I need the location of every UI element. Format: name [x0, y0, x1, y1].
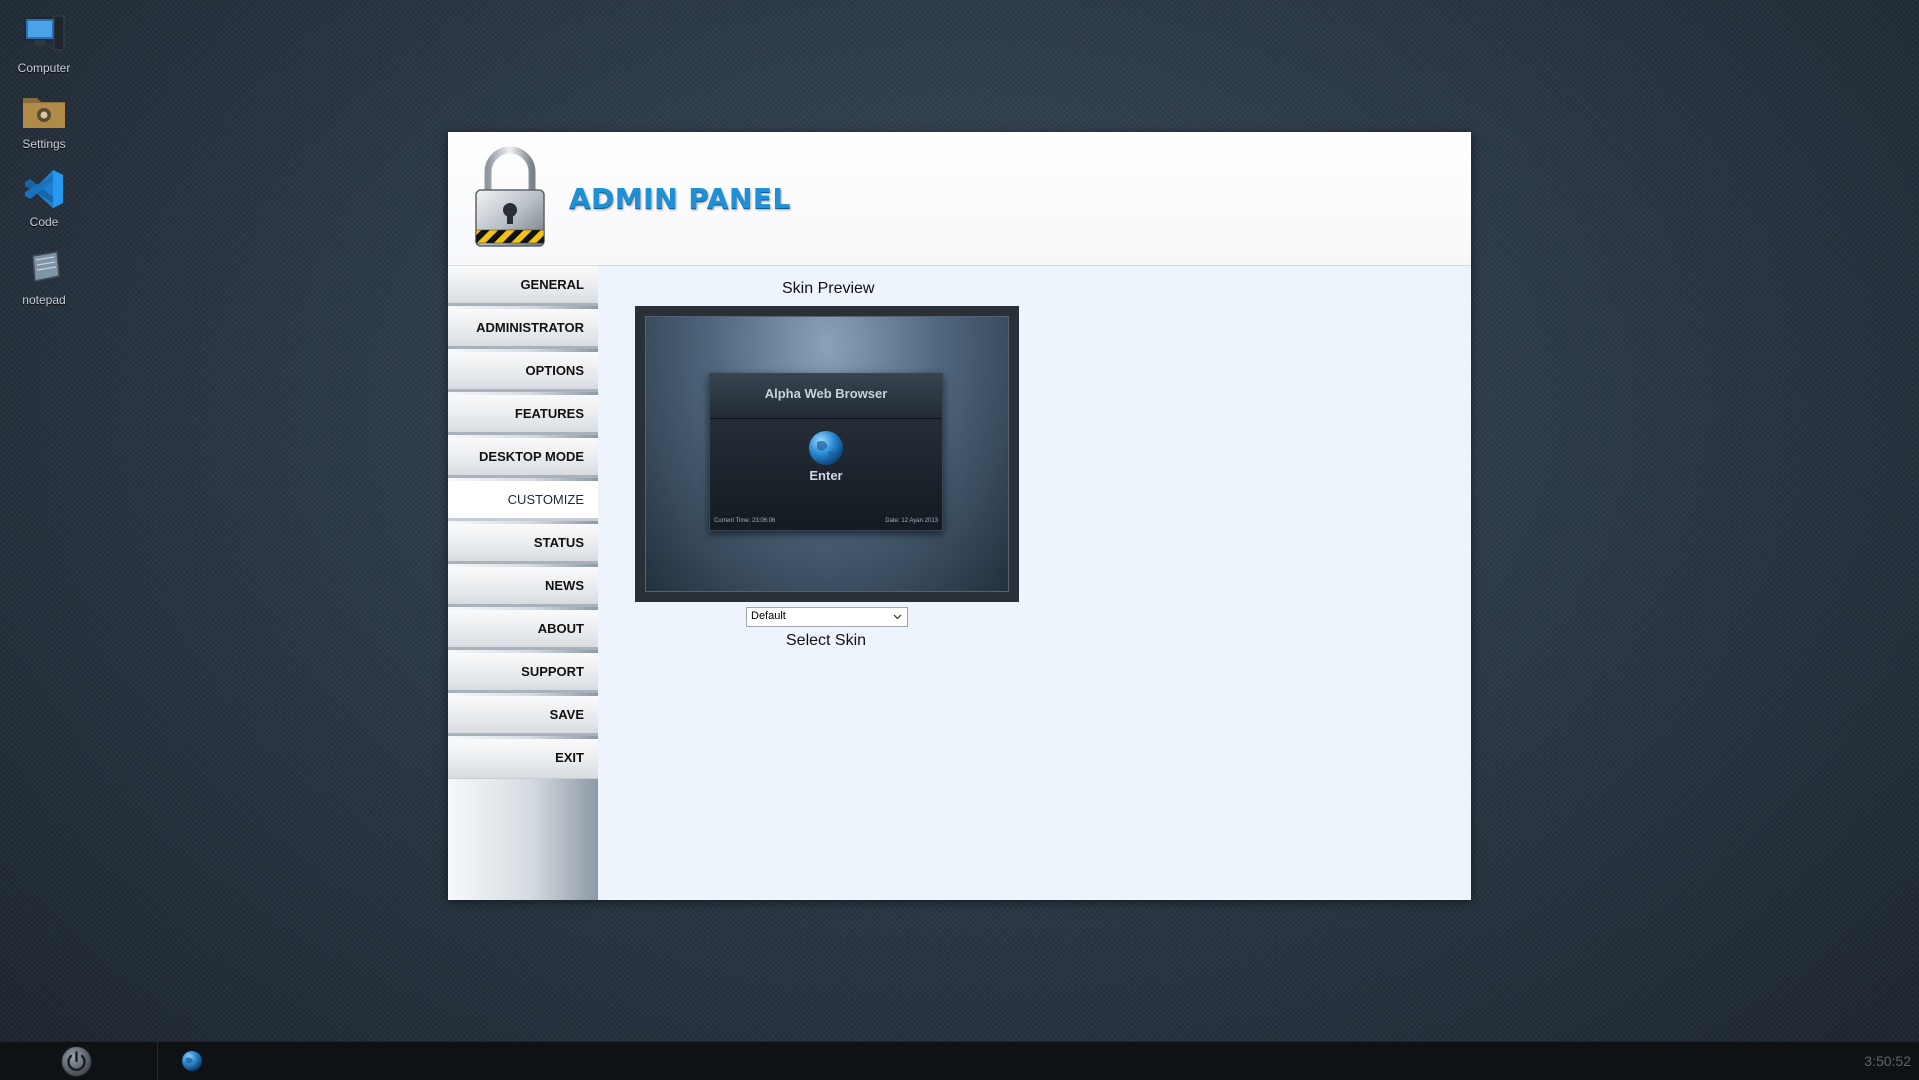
app-title: ADMIN PANEL	[569, 182, 791, 215]
browser-globe-icon[interactable]	[181, 1050, 203, 1072]
desktop-icon-label: Code	[29, 215, 59, 229]
desktop-icon-code[interactable]: Code	[8, 166, 80, 229]
admin-panel-window: ADMIN PANEL GENERAL ADMINISTRATOR OPTION…	[448, 132, 1471, 900]
nav-support-button[interactable]: SUPPORT	[448, 653, 598, 693]
start-button[interactable]	[0, 1042, 158, 1080]
skin-preview-frame: Alpha Web Browser Enter Current Time: 23…	[635, 306, 1019, 602]
desktop-icon-settings[interactable]: Settings	[8, 88, 80, 151]
preview-login-card: Alpha Web Browser Enter Current Time: 23…	[709, 373, 943, 531]
taskbar: 3:50:52	[0, 1041, 1919, 1080]
preview-card-title: Alpha Web Browser	[710, 374, 942, 419]
skin-preview-image: Alpha Web Browser Enter Current Time: 23…	[645, 316, 1009, 592]
padlock-icon	[475, 146, 545, 247]
desktop-icon-notepad[interactable]: notepad	[8, 244, 80, 307]
skin-preview-title: Skin Preview	[782, 280, 875, 297]
nav-customize-button[interactable]: CUSTOMIZE	[448, 481, 598, 521]
nav-options-button[interactable]: OPTIONS	[448, 352, 598, 392]
settings-folder-icon	[21, 88, 67, 134]
preview-enter-label: Enter	[809, 468, 843, 483]
chevron-down-icon	[893, 614, 902, 620]
desktop-icon-label: notepad	[22, 293, 66, 307]
desktop-icon-label: Settings	[22, 137, 66, 151]
power-icon	[61, 1046, 92, 1077]
desktop-icon-computer[interactable]: Computer	[8, 12, 80, 75]
nav-desktop-mode-button[interactable]: DESKTOP MODE	[448, 438, 598, 478]
notepad-icon	[21, 244, 67, 290]
skin-select-dropdown[interactable]: Default	[746, 607, 908, 627]
taskbar-clock: 3:50:52	[1864, 1053, 1911, 1069]
code-editor-icon	[21, 166, 67, 212]
nav-general-button[interactable]: GENERAL	[448, 266, 598, 306]
computer-icon	[21, 12, 67, 58]
sidebar-nav: GENERAL ADMINISTRATOR OPTIONS FEATURES D…	[448, 266, 598, 900]
nav-features-button[interactable]: FEATURES	[448, 395, 598, 435]
nav-exit-button[interactable]: EXIT	[448, 739, 598, 779]
nav-save-button[interactable]: SAVE	[448, 696, 598, 736]
customize-content: Skin Preview Alpha Web Browser Enter Cur…	[598, 266, 1471, 900]
globe-icon	[809, 431, 843, 465]
admin-header: ADMIN PANEL	[448, 132, 1471, 266]
select-skin-label: Select Skin	[786, 632, 867, 649]
skin-select-value: Default	[751, 610, 786, 622]
preview-time-text: Current Time: 23:06:06	[714, 518, 776, 524]
nav-status-button[interactable]: STATUS	[448, 524, 598, 564]
nav-administrator-button[interactable]: ADMINISTRATOR	[448, 309, 598, 349]
nav-news-button[interactable]: NEWS	[448, 567, 598, 607]
preview-date-text: Date: 12 Ayan 2013	[885, 518, 938, 524]
desktop-icon-label: Computer	[17, 61, 71, 75]
nav-about-button[interactable]: ABOUT	[448, 610, 598, 650]
